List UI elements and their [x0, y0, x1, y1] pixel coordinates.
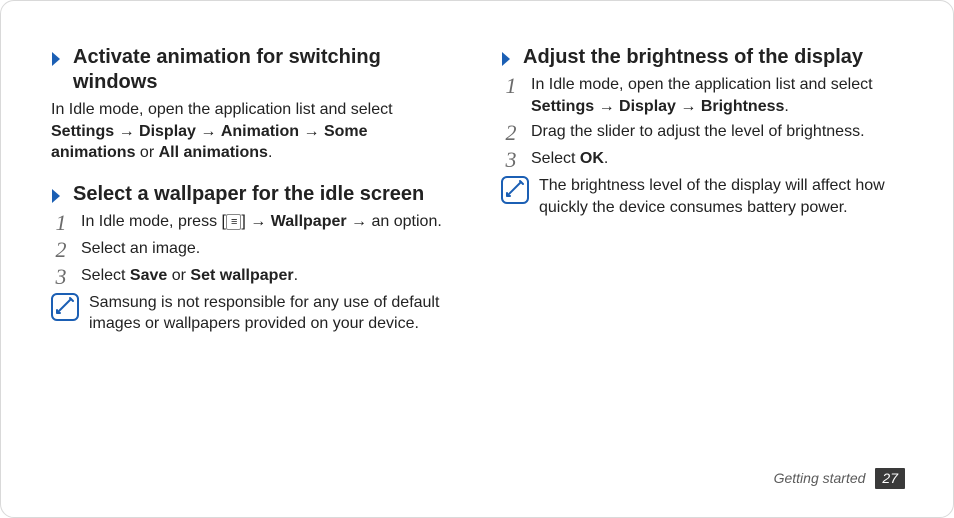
step-number: 2 — [51, 238, 71, 261]
step-3: 3 Select OK. — [501, 148, 903, 171]
section-adjust-brightness: Adjust the brightness of the display 1 I… — [501, 45, 903, 218]
right-column: Adjust the brightness of the display 1 I… — [501, 45, 903, 353]
step-number: 2 — [501, 121, 521, 144]
text: . — [268, 144, 272, 161]
text: . — [604, 150, 608, 167]
menu-key-icon: ≡ — [226, 214, 241, 230]
step-2: 2 Select an image. — [51, 238, 453, 261]
section-title: Adjust the brightness of the display — [523, 45, 863, 70]
text: In Idle mode, open the application list … — [531, 76, 873, 93]
note-text: The brightness level of the display will… — [539, 175, 903, 218]
note-text: Samsung is not responsible for any use o… — [89, 292, 453, 335]
chevron-right-icon — [51, 51, 63, 67]
text: . — [784, 98, 788, 115]
text: or — [167, 267, 190, 284]
label-set-wallpaper: Set wallpaper — [190, 267, 293, 284]
step-text: Select Save or Set wallpaper. — [81, 265, 453, 287]
step-number: 1 — [51, 211, 71, 234]
note-icon — [51, 293, 79, 321]
label-animation: Animation — [221, 123, 299, 140]
step-1: 1 In Idle mode, press [≡] → Wallpaper → … — [51, 211, 453, 234]
arrow: → — [114, 123, 139, 140]
left-column: Activate animation for switching windows… — [51, 45, 453, 353]
section-activate-animation: Activate animation for switching windows… — [51, 45, 453, 164]
section-body: In Idle mode, open the application list … — [51, 99, 453, 164]
step-text: In Idle mode, press [≡] → Wallpaper → an… — [81, 211, 453, 233]
text: Select — [531, 150, 580, 167]
text: . — [294, 267, 298, 284]
label-wallpaper: Wallpaper — [271, 213, 347, 230]
page-footer: Getting started 27 — [774, 468, 905, 489]
step-text: Drag the slider to adjust the level of b… — [531, 121, 903, 143]
step-number: 3 — [51, 265, 71, 288]
section-heading: Select a wallpaper for the idle screen — [51, 182, 453, 207]
chevron-right-icon — [501, 51, 513, 67]
arrow: → — [594, 98, 619, 115]
step-3: 3 Select Save or Set wallpaper. — [51, 265, 453, 288]
step-1: 1 In Idle mode, open the application lis… — [501, 74, 903, 117]
section-title: Select a wallpaper for the idle screen — [73, 182, 424, 207]
arrow: → — [676, 98, 701, 115]
arrow: → — [196, 123, 221, 140]
text: In Idle mode, press [ — [81, 213, 226, 230]
chevron-right-icon — [51, 188, 63, 204]
section-heading: Activate animation for switching windows — [51, 45, 453, 95]
step-number: 1 — [501, 74, 521, 97]
note: The brightness level of the display will… — [501, 175, 903, 218]
section-heading: Adjust the brightness of the display — [501, 45, 903, 70]
step-text: In Idle mode, open the application list … — [531, 74, 903, 117]
note: Samsung is not responsible for any use o… — [51, 292, 453, 335]
label-display: Display — [619, 98, 676, 115]
footer-section-label: Getting started — [774, 469, 866, 488]
label-brightness: Brightness — [701, 98, 785, 115]
step-text: Select an image. — [81, 238, 453, 260]
step-2: 2 Drag the slider to adjust the level of… — [501, 121, 903, 144]
arrow: → — [299, 123, 324, 140]
label-ok: OK — [580, 150, 604, 167]
label-all-animations: All animations — [159, 144, 268, 161]
label-settings: Settings — [51, 123, 114, 140]
page-columns: Activate animation for switching windows… — [51, 45, 903, 353]
section-select-wallpaper: Select a wallpaper for the idle screen 1… — [51, 182, 453, 335]
step-number: 3 — [501, 148, 521, 171]
text: or — [135, 144, 158, 161]
text: Select — [81, 267, 130, 284]
text: → an option. — [347, 213, 442, 230]
step-text: Select OK. — [531, 148, 903, 170]
note-icon — [501, 176, 529, 204]
label-save: Save — [130, 267, 167, 284]
section-title: Activate animation for switching windows — [73, 45, 453, 95]
footer-page-number: 27 — [875, 468, 905, 489]
text: ] → — [241, 213, 270, 230]
label-display: Display — [139, 123, 196, 140]
text: In Idle mode, open the application list … — [51, 101, 393, 118]
label-settings: Settings — [531, 98, 594, 115]
